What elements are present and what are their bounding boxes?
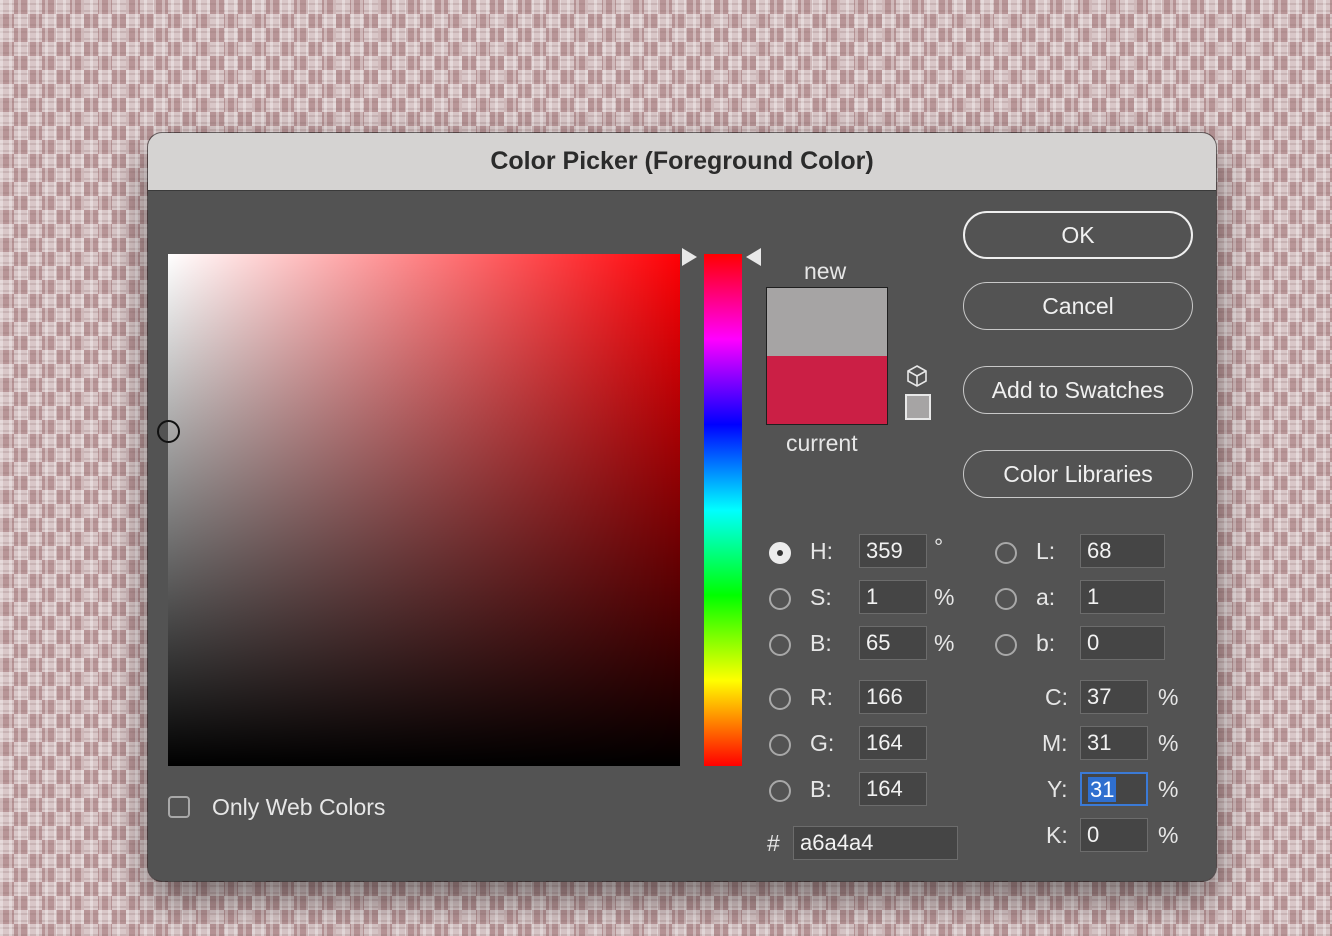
green-input[interactable]: 164 (859, 726, 927, 760)
red-label: R: (810, 684, 833, 710)
black-input[interactable]: 0 (1080, 818, 1148, 852)
only-web-colors-label: Only Web Colors (212, 794, 386, 820)
hue-slider[interactable] (704, 254, 742, 766)
yellow-input-selection: 31 (1088, 777, 1117, 802)
hue-radio[interactable] (769, 542, 791, 564)
hue-unit: ° (934, 534, 944, 560)
only-web-colors-checkbox[interactable] (168, 796, 190, 818)
color-preview (766, 287, 888, 425)
brightness-unit: % (934, 630, 955, 656)
yellow-unit: % (1158, 776, 1179, 802)
lab-l-label: L: (1036, 538, 1056, 564)
hue-label: H: (810, 538, 833, 564)
web-safe-swatch-icon[interactable] (905, 394, 931, 420)
magenta-unit: % (1158, 730, 1179, 756)
color-picker-dialog: Color Picker (Foreground Color) new curr… (148, 133, 1216, 881)
cyan-input[interactable]: 37 (1080, 680, 1148, 714)
saturation-label: S: (810, 584, 832, 610)
hue-slider-right-arrow-icon[interactable] (746, 248, 761, 266)
ok-button[interactable]: OK (963, 211, 1193, 259)
saturation-unit: % (934, 584, 955, 610)
lab-a-label: a: (1036, 584, 1056, 610)
new-color-label: new (804, 258, 847, 284)
add-to-swatches-button[interactable]: Add to Swatches (963, 366, 1193, 414)
brightness-label: B: (810, 630, 832, 656)
lab-l-radio[interactable] (995, 542, 1017, 564)
black-label: K: (1046, 822, 1068, 848)
yellow-input[interactable]: 31 (1080, 772, 1148, 806)
green-radio[interactable] (769, 734, 791, 756)
dialog-title: Color Picker (Foreground Color) (490, 147, 874, 175)
lab-b-radio[interactable] (995, 634, 1017, 656)
lab-a-radio[interactable] (995, 588, 1017, 610)
brightness-radio[interactable] (769, 634, 791, 656)
hue-input[interactable]: 359 (859, 534, 927, 568)
green-label: G: (810, 730, 835, 756)
red-input[interactable]: 166 (859, 680, 927, 714)
magenta-input[interactable]: 31 (1080, 726, 1148, 760)
lab-l-input[interactable]: 68 (1080, 534, 1165, 568)
magenta-label: M: (1042, 730, 1068, 756)
new-color-swatch (767, 288, 887, 356)
blue-input[interactable]: 164 (859, 772, 927, 806)
cyan-label: C: (1045, 684, 1068, 710)
color-libraries-button[interactable]: Color Libraries (963, 450, 1193, 498)
saturation-input[interactable]: 1 (859, 580, 927, 614)
hex-input[interactable]: a6a4a4 (793, 826, 958, 860)
cyan-unit: % (1158, 684, 1179, 710)
yellow-label: Y: (1047, 776, 1068, 802)
out-of-gamut-cube-icon[interactable] (905, 364, 929, 388)
current-color-swatch[interactable] (767, 356, 887, 424)
cancel-button[interactable]: Cancel (963, 282, 1193, 330)
lab-b-label: b: (1036, 630, 1056, 656)
brightness-input[interactable]: 65 (859, 626, 927, 660)
black-unit: % (1158, 822, 1179, 848)
saturation-radio[interactable] (769, 588, 791, 610)
lab-a-input[interactable]: 1 (1080, 580, 1165, 614)
red-radio[interactable] (769, 688, 791, 710)
current-color-label: current (786, 430, 858, 456)
color-field[interactable] (157, 254, 680, 766)
color-field-marker[interactable] (157, 420, 180, 443)
title-bar[interactable]: Color Picker (Foreground Color) (148, 133, 1216, 191)
hue-slider-left-arrow-icon[interactable] (682, 248, 697, 266)
hex-label: # (767, 830, 780, 856)
lab-b-input[interactable]: 0 (1080, 626, 1165, 660)
blue-radio[interactable] (769, 780, 791, 802)
blue-label: B: (810, 776, 832, 802)
